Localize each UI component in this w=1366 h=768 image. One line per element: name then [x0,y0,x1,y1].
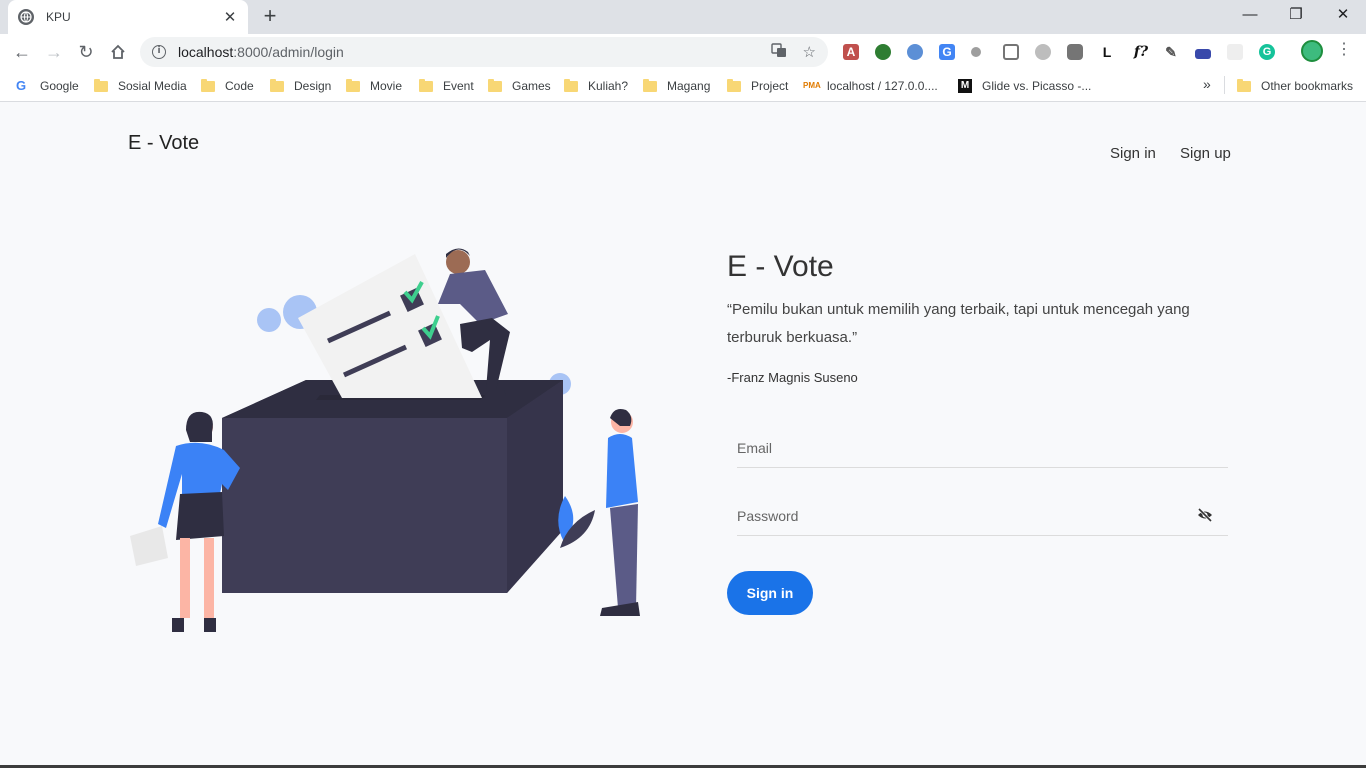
eyedropper-extension-icon[interactable]: ✎ [1163,44,1179,60]
voting-illustration [130,248,640,632]
brand-logo[interactable]: E - Vote [128,132,199,155]
bookmarks-bar: G Google Sosial Media Code Design Movie E… [0,70,1366,102]
forward-icon[interactable]: → [42,40,66,64]
browser-toolbar: ← → ↻ i localhost:8000/admin/login ☆ A G… [0,34,1366,70]
bookmark-glide-vs-picasso[interactable]: M Glide vs. Picasso -... [958,76,1091,96]
folder-icon [488,78,502,92]
dot-extension-icon[interactable] [971,47,981,57]
bookmark-other[interactable]: Other bookmarks [1237,76,1353,96]
bookmarks-overflow-icon[interactable]: » [1203,76,1211,92]
bookmark-design[interactable]: Design [270,76,331,96]
bookmark-code[interactable]: Code [201,76,254,96]
folder-icon [727,78,741,92]
folder-icon [270,78,284,92]
browser-tab[interactable]: KPU ✕ [8,0,248,34]
medium-icon: M [958,79,972,93]
bookmark-games[interactable]: Games [488,76,551,96]
bookmark-sosial-media[interactable]: Sosial Media [94,76,187,96]
web-extension-icon[interactable] [1035,44,1051,60]
hero-title: E - Vote [727,250,834,283]
menu-kebab-icon[interactable]: ⋮ [1336,42,1352,58]
site-info-icon[interactable]: i [152,45,166,59]
grid-extension-icon[interactable] [1227,44,1243,60]
wave-extension-icon[interactable] [1195,49,1211,59]
email-field-wrapper [737,428,1228,468]
pdf-extension-icon[interactable]: A [843,44,859,60]
formula-extension-icon[interactable]: f? [1131,44,1151,60]
bookmark-kuliah[interactable]: Kuliah? [564,76,628,96]
folder-icon [1237,78,1251,92]
password-field-wrapper [737,496,1228,536]
password-field[interactable] [737,496,1228,535]
minimize-icon[interactable]: — [1238,4,1262,26]
new-tab-button[interactable]: + [258,5,282,29]
google-icon: G [16,78,27,93]
bookmark-movie[interactable]: Movie [346,76,402,96]
l-extension-icon[interactable]: L [1099,44,1115,60]
tab-title: KPU [46,10,71,24]
folder-icon [346,78,360,92]
close-window-icon[interactable]: ✕ [1331,4,1355,26]
globe-icon [18,9,34,25]
bookmark-event[interactable]: Event [419,76,474,96]
home-icon[interactable] [106,40,130,64]
hero-quote: “Pemilu bukan untuk memilih yang terbaik… [727,301,1190,346]
folder-icon [643,78,657,92]
close-tab-icon[interactable]: ✕ [222,8,238,26]
bookmark-google[interactable]: G Google [16,76,79,96]
phpmyadmin-icon: PMA [803,81,821,90]
nav-signup-link[interactable]: Sign up [1180,145,1231,162]
bookmarks-separator [1224,76,1225,94]
folder-icon [564,78,578,92]
back-icon[interactable]: ← [10,40,34,64]
quote-author: -Franz Magnis Suseno [727,370,858,385]
folder-icon [419,78,433,92]
profile-avatar[interactable] [1301,40,1323,62]
chat-extension-icon[interactable] [1067,44,1083,60]
google-translate-extension-icon[interactable]: G [939,44,955,60]
tab-bar: KPU ✕ + — ❐ ✕ [0,0,1366,34]
email-field[interactable] [737,428,1228,467]
address-bar[interactable]: i localhost:8000/admin/login ☆ [140,37,828,67]
restore-icon[interactable]: ❐ [1284,4,1308,26]
url-text: localhost:8000/admin/login [178,44,344,60]
eye-slash-icon[interactable] [1196,506,1214,524]
grammarly-extension-icon[interactable]: G [1259,44,1275,60]
nav-signin-link[interactable]: Sign in [1110,145,1156,162]
opera-extension-icon[interactable] [907,44,923,60]
bookmark-project[interactable]: Project [727,76,788,96]
bookmark-star-icon[interactable]: ☆ [803,43,816,61]
translate-icon[interactable] [770,42,787,62]
folder-icon [94,78,108,92]
reload-icon[interactable]: ↻ [74,40,98,64]
signin-button[interactable]: Sign in [727,571,813,615]
folder-icon [201,78,215,92]
cube-extension-icon[interactable] [1003,44,1019,60]
bookmark-localhost[interactable]: PMA localhost / 127.0.0.... [803,76,938,96]
globe-extension-icon[interactable] [875,44,891,60]
bookmark-magang[interactable]: Magang [643,76,710,96]
